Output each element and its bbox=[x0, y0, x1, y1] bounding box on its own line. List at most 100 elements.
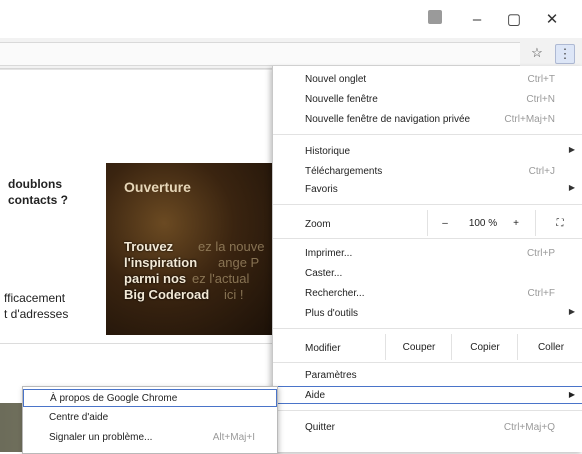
menu-item-shortcut: Ctrl+T bbox=[527, 74, 556, 85]
chrome-menu-button[interactable]: ⋮ bbox=[555, 44, 575, 64]
banner-title: Ouverture bbox=[124, 179, 191, 195]
promo-banner[interactable]: Ouverture Trouvez l'inspiration parmi no… bbox=[106, 163, 272, 335]
zoom-level: 100 % bbox=[461, 210, 505, 236]
bookmark-star-button[interactable]: ☆ bbox=[528, 44, 546, 62]
menu-item-quit[interactable]: Quitter Ctrl+Maj+Q bbox=[273, 418, 582, 438]
banner-ghost-text: ez l'actual bbox=[192, 271, 250, 286]
menu-separator bbox=[273, 134, 582, 135]
zoom-out-button[interactable]: – bbox=[427, 210, 462, 236]
close-button[interactable]: ✕ bbox=[541, 8, 563, 30]
submenu-arrow-icon: ▶ bbox=[568, 183, 575, 192]
menu-item-history[interactable]: Historique ▶ bbox=[273, 142, 582, 162]
star-icon: ☆ bbox=[531, 45, 543, 60]
menu-item-more-tools[interactable]: Plus d'outils ▶ bbox=[273, 304, 582, 324]
zoom-value: 100 % bbox=[468, 217, 498, 229]
banner-ghost-text: ici ! bbox=[224, 287, 244, 302]
banner-ghost-text: ange P bbox=[218, 255, 260, 270]
menu-edit-row: Modifier Couper Copier Coller bbox=[273, 334, 582, 360]
menu-item-label: Historique bbox=[305, 146, 351, 157]
maximize-icon: ▢ bbox=[506, 11, 522, 28]
banner-ghost-text: ez la nouve bbox=[198, 239, 265, 254]
menu-item-label: Rechercher... bbox=[305, 288, 365, 299]
menu-item-print[interactable]: Imprimer... Ctrl+P bbox=[273, 244, 582, 264]
plus-icon: + bbox=[513, 217, 519, 229]
banner-line: parmi nos bbox=[124, 271, 187, 286]
menu-item-label: Paramètres bbox=[305, 370, 357, 381]
menu-separator bbox=[273, 362, 582, 363]
menu-item-shortcut: Ctrl+F bbox=[527, 288, 556, 299]
submenu-item-label: Centre d'aide bbox=[49, 412, 109, 423]
address-bar[interactable] bbox=[0, 42, 520, 66]
help-submenu: À propos de Google Chrome Centre d'aide … bbox=[22, 386, 278, 454]
menu-item-find[interactable]: Rechercher... Ctrl+F bbox=[273, 284, 582, 304]
submenu-arrow-icon: ▶ bbox=[568, 145, 575, 154]
submenu-item-report-issue[interactable]: Signaler un problème... Alt+Maj+I bbox=[23, 429, 277, 447]
submenu-item-help-center[interactable]: Centre d'aide bbox=[23, 409, 277, 427]
menu-separator bbox=[273, 204, 582, 205]
content-divider bbox=[0, 69, 272, 70]
paste-label: Coller bbox=[537, 341, 565, 353]
copy-button[interactable]: Copier bbox=[451, 334, 518, 360]
menu-item-downloads[interactable]: Téléchargements Ctrl+J bbox=[273, 162, 582, 182]
fullscreen-button[interactable]: ⛶ bbox=[535, 210, 582, 236]
browser-toolbar bbox=[0, 38, 582, 69]
menu-item-label: Quitter bbox=[305, 422, 336, 433]
minimize-button[interactable]: – bbox=[466, 8, 488, 30]
submenu-arrow-icon: ▶ bbox=[568, 390, 575, 399]
close-icon: ✕ bbox=[545, 11, 559, 28]
menu-separator bbox=[273, 238, 582, 239]
menu-zoom-row: Zoom – 100 % + ⛶ bbox=[273, 210, 582, 236]
zoom-label: Zoom bbox=[305, 219, 331, 230]
menu-item-bookmarks[interactable]: Favoris ▶ bbox=[273, 180, 582, 200]
zoom-in-button[interactable]: + bbox=[505, 210, 527, 236]
menu-item-cast[interactable]: Caster... bbox=[273, 264, 582, 284]
card-body-line1: fficacement bbox=[4, 291, 66, 305]
menu-item-label: Téléchargements bbox=[305, 166, 383, 177]
menu-item-shortcut: Ctrl+Maj+Q bbox=[503, 422, 555, 433]
banner-line: Big Coderoad bbox=[124, 287, 210, 302]
card-body-line2: t d'adresses bbox=[4, 307, 69, 321]
fullscreen-icon: ⛶ bbox=[556, 217, 564, 229]
submenu-item-about-chrome[interactable]: À propos de Google Chrome bbox=[23, 389, 277, 407]
menu-item-label: Imprimer... bbox=[305, 248, 353, 259]
menu-item-shortcut: Ctrl+N bbox=[526, 94, 555, 105]
copy-label: Copier bbox=[470, 341, 500, 353]
menu-item-label: Nouvelle fenêtre bbox=[305, 94, 378, 105]
menu-separator bbox=[273, 410, 582, 411]
menu-item-label: Nouvelle fenêtre de navigation privée bbox=[305, 114, 471, 125]
menu-item-label: Plus d'outils bbox=[305, 308, 359, 319]
cut-button[interactable]: Couper bbox=[385, 334, 452, 360]
maximize-button[interactable]: ▢ bbox=[503, 8, 525, 30]
paste-button[interactable]: Coller bbox=[517, 334, 582, 360]
chrome-main-menu: Nouvel onglet Ctrl+T Nouvelle fenêtre Ct… bbox=[272, 66, 582, 452]
minus-icon: – bbox=[442, 217, 448, 229]
submenu-item-shortcut: Alt+Maj+I bbox=[212, 432, 255, 443]
menu-item-incognito-window[interactable]: Nouvelle fenêtre de navigation privée Ct… bbox=[273, 110, 582, 130]
menu-item-shortcut: Ctrl+P bbox=[526, 248, 555, 259]
menu-item-help[interactable]: Aide ▶ bbox=[273, 386, 582, 404]
menu-separator bbox=[273, 328, 582, 329]
menu-item-shortcut: Ctrl+Maj+N bbox=[504, 114, 555, 125]
minimize-icon: – bbox=[472, 10, 482, 28]
menu-item-settings[interactable]: Paramètres bbox=[273, 366, 582, 386]
menu-item-label: Nouvel onglet bbox=[305, 74, 367, 85]
card-title-line1: doublons bbox=[8, 177, 62, 191]
kebab-menu-icon: ⋮ bbox=[558, 46, 572, 61]
submenu-arrow-icon: ▶ bbox=[568, 307, 575, 316]
submenu-item-label: À propos de Google Chrome bbox=[50, 393, 178, 404]
submenu-item-label: Signaler un problème... bbox=[49, 432, 153, 443]
banner-line: l'inspiration bbox=[124, 255, 198, 270]
menu-item-label: Aide bbox=[305, 390, 326, 401]
banner-line: Trouvez bbox=[124, 239, 174, 254]
menu-item-new-tab[interactable]: Nouvel onglet Ctrl+T bbox=[273, 70, 582, 90]
edit-label: Modifier bbox=[305, 343, 341, 354]
cut-label: Couper bbox=[402, 341, 436, 353]
menu-item-shortcut: Ctrl+J bbox=[528, 166, 555, 177]
profile-avatar-icon[interactable] bbox=[428, 10, 442, 24]
menu-item-new-window[interactable]: Nouvelle fenêtre Ctrl+N bbox=[273, 90, 582, 110]
menu-item-label: Favoris bbox=[305, 184, 338, 195]
card-title-line2: contacts ? bbox=[8, 193, 69, 207]
title-bar: – ▢ ✕ bbox=[0, 0, 582, 38]
content-divider bbox=[0, 343, 272, 344]
menu-item-label: Caster... bbox=[305, 268, 343, 279]
